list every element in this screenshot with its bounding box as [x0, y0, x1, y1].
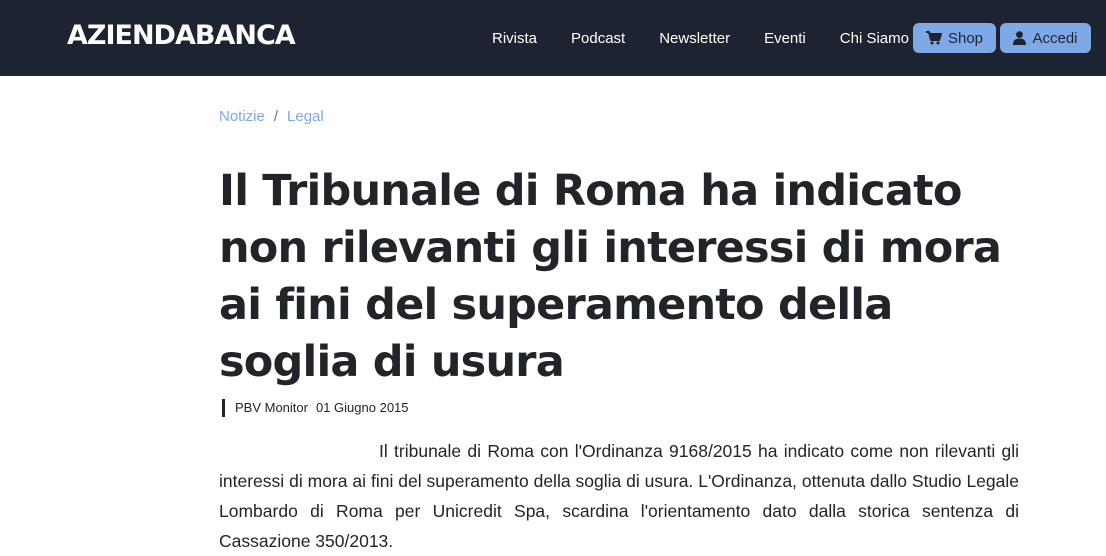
top-navbar: AZIENDABANCA Rivista Podcast Newsletter …: [0, 0, 1106, 76]
nav-link-podcast[interactable]: Podcast: [554, 30, 642, 47]
nav-link-newsletter[interactable]: Newsletter: [642, 30, 747, 47]
nav-link-rivista[interactable]: Rivista: [475, 30, 554, 47]
login-button[interactable]: Accedi: [1000, 23, 1091, 53]
article-body: Il tribunale di Roma con l'Ordinanza 916…: [219, 441, 1019, 551]
user-icon: [1013, 31, 1027, 45]
breadcrumb: Notizie / Legal: [219, 107, 324, 127]
site-logo[interactable]: AZIENDABANCA: [67, 19, 296, 53]
article-title: Il Tribunale di Roma ha indicato non ril…: [219, 166, 1002, 387]
article-date: 01 Giugno 2015: [315, 400, 409, 415]
shop-button-label: Shop: [947, 29, 984, 47]
breadcrumb-separator: /: [273, 108, 279, 125]
article-meta: PBV Monitor 01 Giugno 2015: [222, 399, 409, 417]
main-nav: Rivista Podcast Newsletter Eventi Chi Si…: [475, 0, 926, 76]
breadcrumb-item-notizie[interactable]: Notizie: [219, 107, 265, 127]
article-source: PBV Monitor: [235, 400, 308, 415]
shopping-cart-icon: [925, 31, 942, 45]
nav-link-eventi[interactable]: Eventi: [747, 30, 823, 47]
breadcrumb-item-legal[interactable]: Legal: [287, 107, 324, 127]
nav-link-chi-siamo[interactable]: Chi Siamo: [823, 30, 926, 47]
login-button-label: Accedi: [1032, 29, 1078, 47]
shop-button[interactable]: Shop: [913, 23, 996, 53]
